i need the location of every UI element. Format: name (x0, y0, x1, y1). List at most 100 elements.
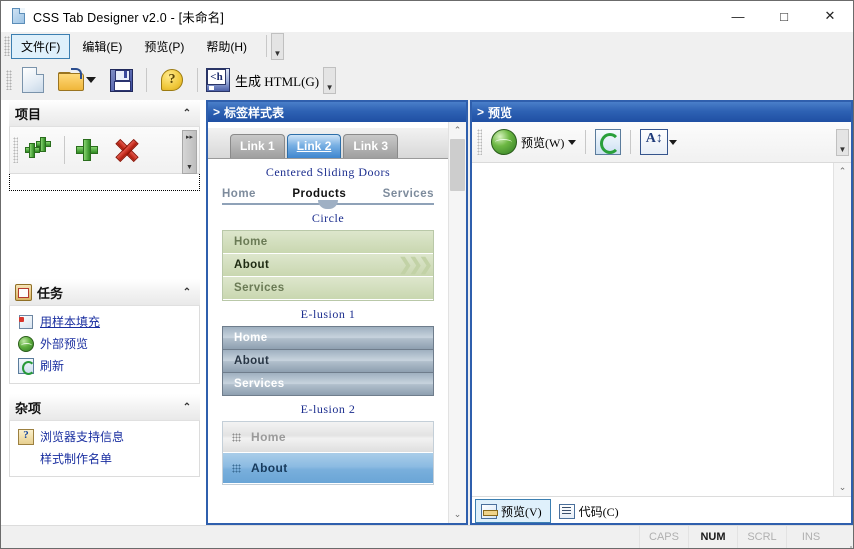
csd-item-home[interactable]: Home (222, 188, 256, 200)
sliding-doors-tab-3[interactable]: Link 3 (343, 134, 399, 158)
menu-grip-handle[interactable] (4, 36, 10, 56)
preview-render-canvas[interactable] (472, 163, 833, 496)
preview-dropdown-chevron-icon[interactable] (568, 139, 577, 145)
elusion1-item-about[interactable]: About (223, 350, 433, 373)
task-fill-with-sample[interactable]: 用样本填充 (16, 311, 193, 333)
project-panel-title: 项目 (15, 106, 42, 122)
misc-style-credits[interactable]: 样式制作名单 (16, 448, 193, 470)
globe-icon (491, 129, 517, 155)
task-fill-with-sample-label: 用样本填充 (40, 315, 101, 329)
sample-fill-icon (18, 314, 34, 330)
preview-scrollbar[interactable]: ⌃ ⌄ (833, 163, 851, 496)
elusion2-item-home-label: Home (251, 430, 286, 444)
scroll-thumb[interactable] (450, 139, 465, 191)
main-toolbar: ? <h 生成 HTML(G) ▼ (1, 60, 853, 100)
elusion2-grip-icon (232, 432, 241, 442)
preview-toolbar-grip[interactable] (477, 129, 482, 155)
elusion2-grip-icon-2 (232, 463, 241, 473)
style-preview-elusion-2[interactable]: E-lusion 2 Home About (208, 398, 448, 485)
close-button[interactable]: ✕ (807, 1, 853, 31)
preview-toolbar-overflow-chevron-icon[interactable]: ▼ (836, 128, 849, 156)
status-bar: CAPS NUM SCRL INS (1, 525, 853, 549)
tasks-panel-header[interactable]: 任务 ⌃ (9, 279, 200, 306)
scroll-up-chevron-icon[interactable]: ⌃ (449, 122, 466, 139)
remove-item-button[interactable] (107, 130, 147, 170)
misc-panel-header[interactable]: 杂项 ⌃ (9, 394, 200, 421)
help-button[interactable]: ? (151, 62, 193, 98)
new-file-button[interactable] (12, 62, 54, 98)
elusion1-item-services[interactable]: Services (223, 373, 433, 395)
project-panel-header[interactable]: 项目 ⌃ (9, 100, 200, 127)
style-preview-centered-sliding-doors[interactable]: Centered Sliding Doors Home Products Ser… (208, 161, 448, 209)
preview-scroll-track[interactable] (834, 180, 851, 479)
preview-refresh-button[interactable] (590, 124, 626, 160)
project-collapse-chevron-icon[interactable]: ⌃ (180, 106, 194, 120)
misc-browser-support-info[interactable]: 浏览器支持信息 (16, 426, 193, 448)
misc-collapse-chevron-icon[interactable]: ⌃ (180, 400, 194, 414)
sliding-doors-tab-2[interactable]: Link 2 (286, 134, 342, 158)
csd-item-products[interactable]: Products (292, 188, 346, 200)
circle-item-services[interactable]: Services (223, 277, 433, 300)
centered-sliding-doors-row: Home Products Services (222, 188, 434, 209)
sliding-doors-tab-row: Link 1 Link 2 Link 3 (208, 128, 448, 159)
menu-separator (266, 35, 267, 57)
preview-pane: > 预览 预览(W) ▼ (470, 100, 853, 525)
project-toolbar-overflow-icon[interactable]: ▸▸ ▼ (182, 130, 197, 174)
add-multiple-items-button[interactable] (22, 130, 62, 170)
menu-preview[interactable]: 预览(P) (134, 34, 194, 59)
circle-item-about[interactable]: About ❯❯❯ (223, 254, 433, 277)
style-preview-sliding-doors[interactable]: Link 1 Link 2 Link 3 (208, 128, 448, 159)
task-external-preview[interactable]: 外部预览 (16, 333, 193, 355)
open-file-button[interactable] (54, 62, 100, 98)
style-preview-elusion-1[interactable]: E-lusion 1 Home About Services (208, 303, 448, 396)
tab-style-scrollbar[interactable]: ⌃ ⌄ (448, 122, 466, 523)
status-ins: INS (786, 526, 835, 548)
menu-overflow-chevron-icon[interactable]: ▼ (271, 32, 284, 60)
preview-browser-label: 预览(W) (521, 135, 565, 150)
toolbar-overflow-chevron-icon[interactable]: ▼ (323, 66, 337, 94)
tab-preview-label: 预览(V) (501, 504, 542, 519)
circle-item-home-label: Home (234, 236, 268, 248)
menu-help[interactable]: 帮助(H) (196, 34, 257, 59)
misc-panel-title: 杂项 (15, 400, 42, 416)
tab-style-list-caption: > 标签样式表 (208, 102, 466, 122)
html-code-icon: <h (206, 68, 230, 92)
tasks-collapse-chevron-icon[interactable]: ⌃ (180, 285, 194, 299)
maximize-button[interactable]: □ (761, 1, 807, 31)
generate-html-button[interactable]: <h 生成 HTML(G) (202, 62, 323, 98)
preview-font-button[interactable] (635, 124, 682, 160)
elusion1-item-home[interactable]: Home (223, 327, 433, 350)
circle-item-home[interactable]: Home (223, 231, 433, 254)
resize-grip-icon[interactable] (835, 525, 853, 549)
scroll-down-chevron-icon[interactable]: ⌄ (449, 506, 466, 523)
save-file-button[interactable] (100, 62, 142, 98)
tasks-panel-title: 任务 (37, 285, 64, 301)
preview-browser-button[interactable]: 预览(W) (486, 124, 581, 160)
preview-scroll-up-chevron-icon[interactable]: ⌃ (834, 163, 851, 180)
project-item-list[interactable] (9, 174, 200, 191)
style-preview-circle[interactable]: Circle Home About ❯❯❯ Services (208, 207, 448, 301)
open-dropdown-chevron-icon[interactable] (86, 77, 96, 83)
project-toolbar-grip[interactable] (13, 137, 18, 163)
project-toolbar-separator (64, 136, 65, 164)
tab-preview[interactable]: 预览(V) (475, 499, 551, 523)
menu-edit[interactable]: 编辑(E) (72, 34, 132, 59)
minimize-button[interactable]: — (715, 1, 761, 31)
tab-code[interactable]: 代码(C) (553, 499, 628, 523)
preview-icon (481, 503, 498, 519)
preview-toolbar-separator (585, 130, 587, 154)
tab-style-list-pane: > 标签样式表 Link 1 Link 2 Link 3 Centered Sl… (206, 100, 468, 525)
csd-item-services[interactable]: Services (383, 188, 434, 200)
elusion2-item-home[interactable]: Home (223, 422, 433, 453)
menu-bar: 文件(F) 编辑(E) 预览(P) 帮助(H) ▼ (1, 32, 853, 60)
elusion2-item-about[interactable]: About (223, 453, 433, 484)
font-dropdown-chevron-icon[interactable] (669, 139, 678, 145)
app-document-icon (9, 7, 27, 25)
add-item-button[interactable] (67, 130, 107, 170)
menu-file[interactable]: 文件(F) (11, 33, 71, 59)
task-refresh[interactable]: 刷新 (16, 355, 193, 377)
sliding-doors-tab-1[interactable]: Link 1 (230, 134, 285, 158)
red-cross-delete-icon (115, 138, 139, 163)
preview-scroll-down-chevron-icon[interactable]: ⌄ (834, 479, 851, 496)
scroll-track[interactable] (449, 139, 466, 506)
